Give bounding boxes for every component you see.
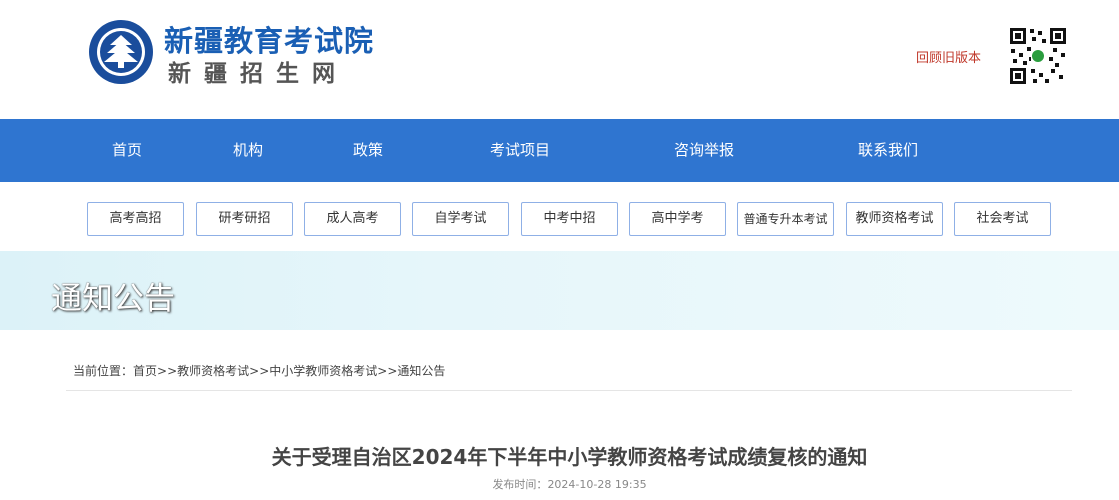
breadcrumb-k12-teacher-exam[interactable]: 中小学教师资格考试 [269, 364, 377, 378]
category-button[interactable]: 高考高招 [87, 202, 184, 236]
category-button[interactable]: 教师资格考试 [846, 202, 943, 236]
nav-item-contact[interactable]: 联系我们 [858, 119, 918, 182]
logo-emblem-icon[interactable] [88, 19, 154, 85]
old-version-link[interactable]: 回顾旧版本 [916, 47, 981, 66]
nav-item-home[interactable]: 首页 [112, 119, 142, 182]
site-header: 新疆教育考试院 新疆招生网 回顾旧版本 [0, 0, 1119, 119]
nav-item-organization[interactable]: 机构 [233, 119, 263, 182]
nav-item-consult-report[interactable]: 咨询举报 [674, 119, 734, 182]
publish-time: 发布时间：2024-10-28 19:35 [0, 476, 1119, 492]
breadcrumb-home[interactable]: 首页 [133, 364, 157, 378]
article-title: 关于受理自治区2024年下半年中小学教师资格考试成绩复核的通知 [271, 445, 868, 469]
section-banner: 通知公告 [0, 251, 1119, 330]
category-button[interactable]: 中考中招 [521, 202, 618, 236]
qr-code-icon [1008, 26, 1068, 86]
breadcrumb-separator: >> [249, 364, 270, 378]
main-nav: 首页 机构 政策 考试项目 咨询举报 联系我们 [0, 119, 1119, 182]
breadcrumb-notices[interactable]: 通知公告 [397, 364, 445, 378]
exam-category-bar: 高考高招 研考研招 成人高考 自学考试 中考中招 高中学考 普通专升本考试 教师… [0, 182, 1119, 251]
nav-item-policy[interactable]: 政策 [353, 119, 383, 182]
banner-title: 通知公告 [51, 281, 175, 317]
breadcrumb-prefix: 当前位置： [73, 364, 134, 378]
category-button[interactable]: 高中学考 [629, 202, 726, 236]
breadcrumb-teacher-exam[interactable]: 教师资格考试 [177, 364, 249, 378]
breadcrumb-separator: >> [157, 364, 178, 378]
nav-item-exams[interactable]: 考试项目 [490, 119, 550, 182]
site-subname: 新疆招生网 [168, 60, 348, 87]
category-button[interactable]: 自学考试 [412, 202, 509, 236]
publish-time-value: 2024-10-28 19:35 [547, 478, 647, 491]
category-button[interactable]: 普通专升本考试 [737, 202, 834, 236]
category-button[interactable]: 社会考试 [954, 202, 1051, 236]
divider [66, 390, 1072, 391]
category-button[interactable]: 研考研招 [196, 202, 293, 236]
publish-label: 发布时间： [492, 478, 548, 491]
category-button[interactable]: 成人高考 [304, 202, 401, 236]
breadcrumb: 当前位置：首页>>教师资格考试>>中小学教师资格考试>>通知公告 [73, 362, 445, 379]
breadcrumb-separator: >> [377, 364, 398, 378]
